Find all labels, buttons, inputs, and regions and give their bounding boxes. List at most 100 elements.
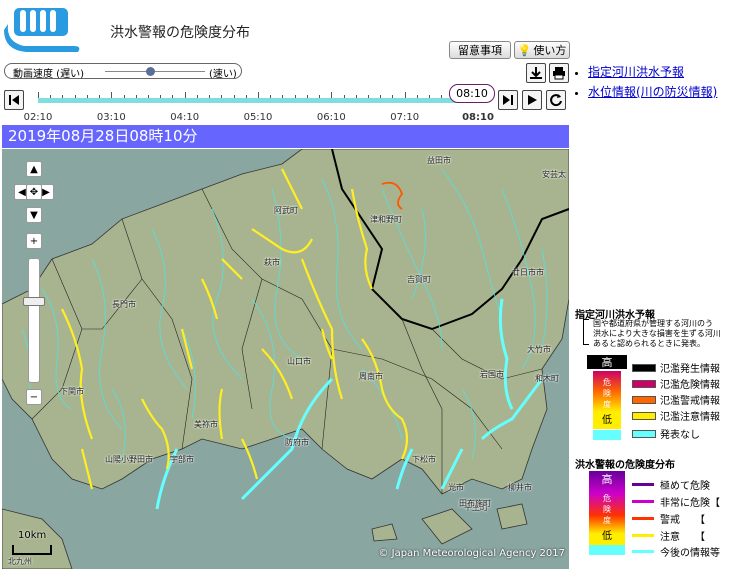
city-label: 下関市 — [60, 387, 84, 396]
legend-label: 氾濫注意情報 — [660, 412, 720, 423]
timeline-tick — [38, 92, 39, 98]
scale-label: 10km — [18, 530, 47, 541]
legend-label: 極めて危険 — [660, 481, 710, 492]
pan-home-icon[interactable]: ✥ — [26, 184, 42, 200]
city-label: 防府市 — [285, 438, 309, 447]
timeline-tick — [160, 95, 162, 98]
legend-label: 氾濫警戒情報 — [660, 396, 720, 407]
legend-risk-item: 非常に危険【 — [632, 495, 720, 509]
timeline-tick — [184, 92, 186, 98]
timeline-label: 04:10 — [170, 112, 200, 123]
city-label: 山口市 — [287, 357, 311, 366]
legend-label: 注意 【 — [660, 532, 705, 543]
timeline-tick — [258, 92, 259, 98]
timeline-tick — [368, 95, 369, 98]
city-label: 長門市 — [112, 300, 136, 309]
notes-button[interactable]: 留意事項 — [449, 41, 511, 59]
city-label: 大竹市 — [527, 345, 551, 354]
svg-text:危: 危 — [603, 493, 611, 503]
legend-risk-item: 今後の情報等 — [632, 545, 720, 559]
link-item: 指定河川洪水予報 — [588, 62, 730, 82]
legend-label: 氾濫発生情報 — [660, 364, 720, 375]
timeline-label: 05:10 — [243, 112, 273, 123]
timeline-tick — [343, 95, 345, 98]
lightbulb-icon: 💡 — [517, 43, 532, 57]
zoom-out-button[interactable]: − — [26, 389, 42, 405]
svg-text:度: 度 — [603, 399, 611, 409]
timeline-track[interactable] — [38, 92, 479, 103]
timeline-tick — [123, 95, 125, 98]
legend-flood-forecast-desc: 国や都道府県が管理する河川のう 洪水により大きな損害を生ずる河川 あると認められ… — [593, 319, 721, 348]
play-icon[interactable] — [522, 90, 542, 110]
city-label: 北九州 — [8, 557, 32, 566]
timeline-tick — [50, 95, 52, 98]
animation-speed-slider[interactable]: 動画速度 (遅い) (速い) — [4, 63, 242, 80]
timeline-tick — [306, 95, 308, 98]
svg-text:高: 高 — [602, 472, 613, 486]
pan-down-icon[interactable]: ▼ — [26, 207, 42, 223]
timeline-tick — [196, 95, 198, 98]
legend-swatch — [632, 379, 656, 388]
jma-logo — [4, 8, 80, 52]
timeline-tick — [209, 95, 211, 98]
legend-line — [632, 517, 654, 520]
legend-flood-forecast-scale: 高 危 険 度 低 — [587, 355, 627, 440]
city-label: 廿日市市 — [512, 268, 544, 277]
legend-swatch — [632, 395, 656, 404]
city-label: 光市 — [448, 483, 464, 492]
legend-swatch — [632, 429, 656, 438]
datetime-banner: 2019年08月28日08時10分 — [2, 125, 569, 148]
legend-flood-item: 氾濫発生情報 — [632, 361, 720, 375]
help-button-label: 使い方 — [533, 44, 567, 57]
pan-up-icon[interactable]: ▲ — [26, 161, 42, 177]
timeline-tick — [429, 95, 431, 98]
timeline-tick — [99, 95, 101, 98]
timeline-tick — [355, 95, 357, 98]
timeline-tick — [319, 95, 321, 98]
flood-forecast-link[interactable]: 指定河川洪水予報 — [588, 62, 730, 82]
speed-track[interactable] — [105, 71, 205, 72]
legend-swatch — [632, 363, 656, 372]
city-label: 和木町 — [535, 374, 559, 383]
water-level-link[interactable]: 水位情報(川の防災情報) — [588, 82, 730, 102]
skip-to-start-icon[interactable] — [4, 90, 24, 110]
timeline-tick — [294, 95, 296, 98]
scale-bar — [12, 545, 52, 555]
zoom-slider-knob[interactable] — [23, 297, 45, 306]
legend1-high: 高 — [602, 355, 613, 369]
print-icon[interactable] — [549, 63, 569, 83]
legend-label: 今後の情報等 — [660, 548, 720, 559]
city-label: 津和野町 — [370, 215, 402, 224]
help-button[interactable]: 💡 使い方 — [514, 41, 570, 59]
speed-knob[interactable] — [145, 67, 155, 76]
city-label: 下松市 — [412, 455, 436, 464]
legend-label: 発表なし — [660, 430, 700, 441]
city-label: 吉賀町 — [407, 275, 431, 284]
zoom-in-button[interactable]: + — [26, 233, 42, 249]
download-icon[interactable] — [526, 63, 546, 83]
zoom-slider[interactable] — [28, 258, 40, 383]
legend-flood-item: 氾濫警戒情報 — [632, 393, 720, 407]
timeline-tick — [331, 92, 333, 98]
speed-label-slow: 動画速度 (遅い) — [13, 69, 84, 80]
city-label: 周南市 — [359, 372, 383, 381]
timeline-label: 07:10 — [390, 112, 420, 123]
skip-to-end-icon[interactable] — [498, 90, 518, 110]
timeline-label: 02:10 — [23, 112, 53, 123]
city-label: 山陽小野田市 — [105, 455, 153, 464]
page-title: 洪水警報の危険度分布 — [110, 25, 250, 41]
timeline-tick — [404, 92, 406, 98]
timeline-tick — [282, 95, 284, 98]
timeline-tick — [62, 95, 64, 98]
legend-line — [632, 500, 654, 503]
city-label: 美祢市 — [194, 420, 218, 429]
timeline-tick — [148, 95, 149, 98]
svg-text:度: 度 — [603, 515, 611, 525]
related-links: 指定河川洪水予報 水位情報(川の防災情報) — [574, 62, 730, 102]
timeline-tick — [221, 95, 223, 98]
reload-icon[interactable] — [546, 90, 566, 110]
legend-risk-scale: 高 危 険 度 低 — [589, 471, 625, 555]
timeline-tick — [392, 95, 394, 98]
legend-label: 氾濫危険情報 — [660, 380, 720, 391]
risk-map[interactable]: ▲ ◀ ▶ ✥ ▼ + − 益田市 安芸太 阿武町 津和野町 萩市 吉賀町 廿日市市 長門市山… — [2, 149, 569, 569]
